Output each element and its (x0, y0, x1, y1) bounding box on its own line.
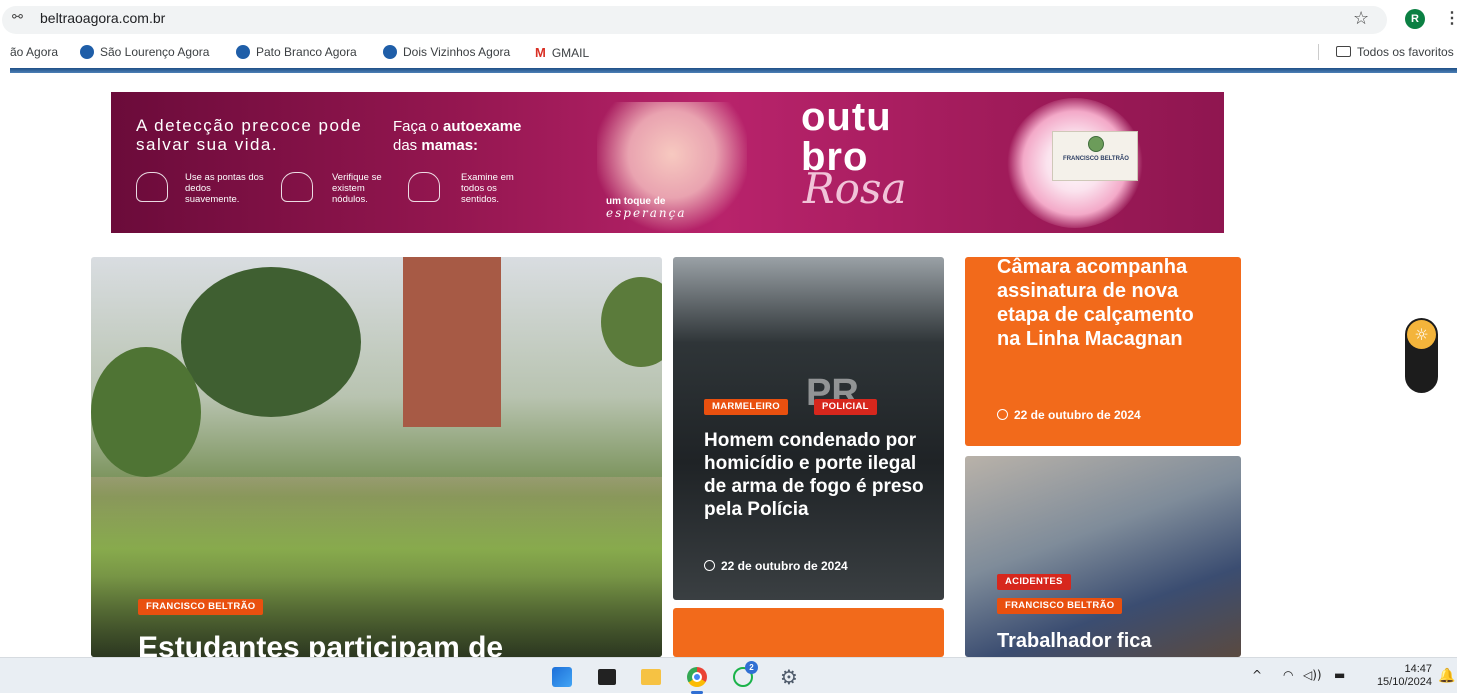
site-settings-icon[interactable]: ⚯ (12, 10, 23, 25)
bookmark-pato-branco-agora[interactable]: Pato Branco Agora (236, 45, 357, 59)
site-favicon-icon (236, 45, 250, 59)
battery-icon[interactable]: ▬ (1334, 668, 1345, 682)
bookmark-beltrao-agora[interactable]: ão Agora (10, 45, 58, 59)
whatsapp-icon[interactable]: 2 (733, 661, 758, 687)
news-card-accident[interactable]: ACIDENTES FRANCISCO BELTRÃO Trabalhador … (965, 456, 1241, 657)
windows-start-icon[interactable] (552, 667, 572, 687)
chrome-icon[interactable] (687, 667, 707, 687)
wifi-icon[interactable]: ◠ (1283, 668, 1293, 682)
clock-time: 14:47 (1404, 663, 1432, 675)
campaign-title-3: Rosa (803, 164, 907, 213)
all-bookmarks-label: Todos os favoritos (1357, 45, 1454, 59)
news-headline[interactable]: Estudantes participam de (138, 631, 658, 657)
banner-cta-text: das (393, 137, 422, 154)
news-date: 22 de outubro de 2024 (704, 559, 848, 573)
clock-icon (704, 560, 715, 571)
outubro-rosa-banner[interactable]: A detecção precoce pode salvar sua vida.… (111, 92, 1224, 233)
bookmark-label: ão Agora (10, 45, 59, 59)
news-card-council[interactable]: Câmara acompanha assinatura de nova etap… (965, 257, 1241, 446)
browser-menu-icon[interactable]: ⋮ (1444, 8, 1457, 28)
news-headline[interactable]: Trabalhador fica (997, 630, 1237, 653)
news-card-partial[interactable] (673, 608, 944, 657)
prefeitura-seal: FRANCISCO BELTRÃO (1052, 131, 1138, 181)
news-date: 22 de outubro de 2024 (997, 408, 1141, 422)
banner-cta-text: Faça o (393, 118, 444, 135)
banner-cta-bold: autoexame (443, 118, 522, 135)
notification-bell-icon[interactable]: 🔔 (1438, 668, 1455, 684)
tree-image (91, 347, 201, 477)
banner-cta: Faça o autoexame das mamas: (393, 117, 521, 155)
profile-avatar[interactable]: R (1405, 9, 1425, 29)
bookmark-label: Pato Branco Agora (256, 45, 357, 59)
bookmark-star-icon[interactable]: ☆ (1353, 8, 1369, 29)
windows-taskbar: 2 ⚙ ^ ◠ ◁)) ▬ 14:47 15/10/2024 🔔 (0, 657, 1457, 694)
url-text[interactable]: beltraoagora.com.br (40, 10, 165, 26)
banner-cta-bold: mamas: (421, 137, 479, 154)
news-headline[interactable]: Homem condenado por homicídio e porte il… (704, 429, 929, 521)
banner-tagline-script: esperança (606, 206, 687, 220)
settings-gear-icon[interactable]: ⚙ (779, 667, 799, 687)
bookmark-sao-lourenco-agora[interactable]: São Lourenço Agora (80, 45, 209, 59)
category-badge[interactable]: FRANCISCO BELTRÃO (138, 599, 264, 615)
bookmarks-divider (1318, 44, 1319, 60)
brick-tower-image (403, 257, 501, 427)
hand-icon (281, 172, 313, 202)
news-card-police[interactable]: PR MARMELEIRO POLICIAL Homem condenado p… (673, 257, 944, 600)
category-badge[interactable]: POLICIAL (814, 399, 877, 415)
news-date-text: 22 de outubro de 2024 (1014, 408, 1141, 422)
system-clock[interactable]: 14:47 15/10/2024 (1364, 663, 1432, 689)
banner-hint-1: Use as pontas dos dedos suavemente. (185, 172, 264, 205)
tree-image (601, 277, 662, 367)
news-headline[interactable]: Câmara acompanha assinatura de nova etap… (997, 257, 1222, 351)
news-card-students[interactable]: FRANCISCO BELTRÃO Estudantes participam … (91, 257, 662, 657)
clock-icon (997, 409, 1008, 420)
category-badge[interactable]: MARMELEIRO (704, 399, 788, 415)
site-favicon-icon (80, 45, 94, 59)
campaign-title-1: outu (801, 95, 892, 139)
sun-icon: ☼ (1407, 320, 1436, 349)
bookmark-label: São Lourenço Agora (100, 45, 210, 59)
bookmark-label: Dois Vizinhos Agora (403, 45, 511, 59)
hand-icon (136, 172, 168, 202)
show-hidden-icons-chevron-icon[interactable]: ^ (1252, 668, 1262, 682)
volume-icon[interactable]: ◁)) (1303, 668, 1322, 682)
banner-hint-2: Verifique se existem nódulos. (332, 172, 382, 205)
bookmarks-bar: ão Agora São Lourenço Agora Pato Branco … (0, 38, 1457, 66)
site-favicon-icon (383, 45, 397, 59)
bookmark-dois-vizinhos-agora[interactable]: Dois Vizinhos Agora (383, 45, 510, 59)
seal-text: FRANCISCO BELTRÃO (1063, 156, 1129, 162)
banner-hint-3: Examine em todos os sentidos. (461, 172, 514, 205)
category-badge[interactable]: FRANCISCO BELTRÃO (997, 598, 1123, 614)
students-photo (91, 477, 662, 657)
category-badge[interactable]: ACIDENTES (997, 574, 1071, 590)
banner-headline: A detecção precoce pode salvar sua vida. (136, 116, 363, 154)
clock-date: 15/10/2024 (1376, 676, 1432, 688)
file-explorer-icon[interactable] (641, 669, 661, 685)
gmail-icon: M (535, 45, 546, 60)
notification-count-badge: 2 (745, 661, 758, 674)
tree-image (181, 267, 361, 417)
task-view-icon[interactable] (598, 669, 616, 685)
news-date-text: 22 de outubro de 2024 (721, 559, 848, 573)
browser-toolbar: ⚯ beltraoagora.com.br ☆ R ⋮ (0, 0, 1457, 38)
hand-icon (408, 172, 440, 202)
municipal-crest-icon (1088, 136, 1104, 152)
bookmark-label: GMAIL (551, 46, 590, 60)
all-bookmarks-button[interactable]: Todos os favoritos (1336, 45, 1454, 59)
bookmark-gmail[interactable]: M GMAIL (535, 45, 589, 60)
dark-mode-toggle[interactable]: ☼ (1405, 318, 1438, 393)
folder-icon (1336, 46, 1351, 57)
address-bar[interactable] (2, 6, 1387, 34)
site-header-bar (10, 68, 1457, 73)
